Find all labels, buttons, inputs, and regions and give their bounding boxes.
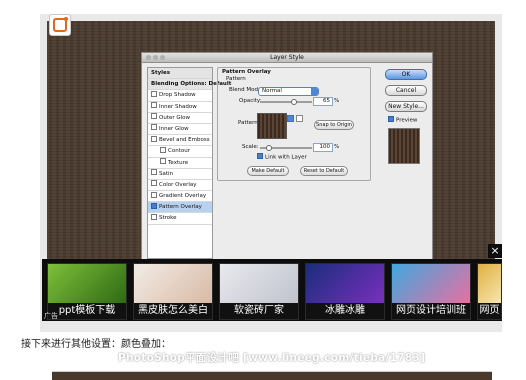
opacity-unit: % [334,98,340,104]
sidebar-item-label: Styles [151,70,171,76]
style-preview [388,128,420,164]
checkbox-icon[interactable] [151,113,157,120]
new-style-button[interactable]: New Style... [385,101,427,112]
body-text: 接下来进行其他设置：颜色叠加： [21,339,171,350]
ad-thumbnail[interactable]: 黑皮肤怎么美白 [133,263,213,320]
ad-thumbnail[interactable]: 网页设计培训班 [391,263,471,320]
sidebar-item[interactable]: Outer Glow [148,113,212,124]
layer-style-dialog: Layer Style Styles Blending Options: Defa… [141,52,433,264]
checkbox-icon[interactable] [151,169,157,176]
styles-list: Styles Blending Options: Default Drop Shad… [147,67,231,259]
ad-thumbnail-image [392,264,470,303]
blend-mode-select[interactable]: Normal [258,87,319,96]
ad-thumbnail[interactable]: 网页 [477,263,502,320]
checkbox-icon[interactable] [151,124,157,131]
checkbox-icon[interactable] [151,135,157,142]
sidebar-item[interactable]: Styles [148,68,212,80]
ad-thumbnail-caption: 冰雕冰雕 [306,303,384,319]
scale-unit: % [334,144,340,150]
window-controls[interactable] [146,55,165,60]
sidebar-item[interactable]: Gradient Overlay [148,191,212,203]
group-title: Pattern Overlay [222,69,271,75]
make-default-button[interactable]: Make Default [247,166,289,176]
sidebar-item-label: Stroke [159,215,177,222]
ok-button[interactable]: OK [385,69,427,80]
preview-label: Preview [396,117,418,124]
opacity-label: Opacity: [239,98,262,104]
sidebar-item[interactable]: Contour [148,146,212,158]
ad-thumbnail[interactable]: 冰雕冰雕 [305,263,385,320]
sidebar-item[interactable]: Blending Options: Default [148,79,231,91]
link-with-layer-label: Link with Layer [265,154,307,161]
ad-thumbnail-image [220,264,298,303]
ad-thumbnail[interactable]: 软瓷砖厂家 [219,263,299,320]
cancel-button[interactable]: Cancel [385,85,427,96]
checkbox-icon[interactable] [151,213,157,220]
blend-mode-value: Normal [262,88,282,94]
checkbox-icon [388,116,394,122]
ad-thumbnail-caption: 黑皮肤怎么美白 [134,303,212,319]
sidebar-item[interactable]: Inner Shadow [148,102,212,113]
opacity-input[interactable]: 65 [313,97,333,106]
sidebar-item-label: Contour [168,148,190,155]
scale-label: Scale: [242,144,259,150]
sidebar-item-label: Gradient Overlay [159,193,207,200]
pattern-picker[interactable] [257,113,287,139]
chevron-down-icon [311,88,318,95]
sidebar-item-label: Satin [159,170,174,177]
close-icon[interactable]: × [488,244,502,258]
ad-thumbnail-caption: 软瓷砖厂家 [220,303,298,319]
new-preset-icon[interactable] [296,115,303,122]
dialog-titlebar: Layer Style [142,53,432,63]
link-with-layer-checkbox[interactable]: Link with Layer [257,153,307,161]
sidebar-item-label: Texture [168,159,189,166]
ad-thumbnail-image [134,264,212,303]
snap-to-origin-button[interactable]: Snap to Origin [314,120,354,130]
ad-thumbnail-image [48,264,126,303]
ad-thumbnail-image [478,264,501,303]
reset-to-default-button[interactable]: Reset to Default [300,166,348,176]
sidebar-item-label: Inner Glow [159,125,189,132]
ad-thumbnail-caption: ppt模板下载 [48,303,126,319]
checkbox-icon[interactable] [151,180,157,187]
sidebar-item[interactable]: Bevel and Emboss [148,135,212,147]
sidebar-item-label: Inner Shadow [159,103,197,110]
checkbox-icon [257,153,263,159]
preview-checkbox[interactable]: Preview [388,116,418,124]
pattern-menu-icon[interactable] [287,115,294,122]
ad-thumbnail-caption: 网页 [478,303,501,319]
ad-thumbnail-image [306,264,384,303]
sidebar-item-label: Outer Glow [159,114,191,121]
sidebar-item[interactable]: Stroke [148,213,212,225]
checkbox-icon[interactable] [151,102,157,109]
opacity-slider[interactable] [260,101,312,103]
sidebar-item[interactable]: Pattern Overlay [148,202,212,214]
sidebar-item[interactable]: Inner Glow [148,124,212,136]
watermark: PhotoShop平面设计吧 [www.lineeg.com/tieba/178… [118,352,426,364]
checkbox-icon[interactable] [151,90,157,97]
sidebar-item-label: Color Overlay [159,181,197,188]
scale-input[interactable]: 100 [313,143,333,152]
sidebar-item-label: Bevel and Emboss [159,137,210,144]
checkbox-icon[interactable] [151,202,157,209]
sidebar-item[interactable]: Texture [148,158,212,169]
dialog-title: Layer Style [270,54,304,61]
scale-slider-knob[interactable] [266,145,272,151]
opacity-slider-knob[interactable] [290,99,297,105]
ad-thumbnail[interactable]: ppt模板下载 [47,263,127,320]
checkbox-icon[interactable] [160,158,166,164]
checkbox-icon[interactable] [151,191,157,198]
sidebar-item[interactable]: Drop Shadow [148,90,212,102]
group-subtitle: Pattern [226,76,246,82]
sidebar-item[interactable]: Satin [148,169,212,180]
sidebar-item-label: Drop Shadow [159,92,196,99]
checkbox-icon[interactable] [160,146,166,153]
ad-thumbnail-caption: 网页设计培训班 [392,303,470,319]
ad-label: 广告 [44,312,58,320]
expand-icon[interactable] [49,14,71,36]
sidebar-item[interactable]: Color Overlay [148,180,212,192]
sidebar-item-label: Pattern Overlay [159,204,202,211]
